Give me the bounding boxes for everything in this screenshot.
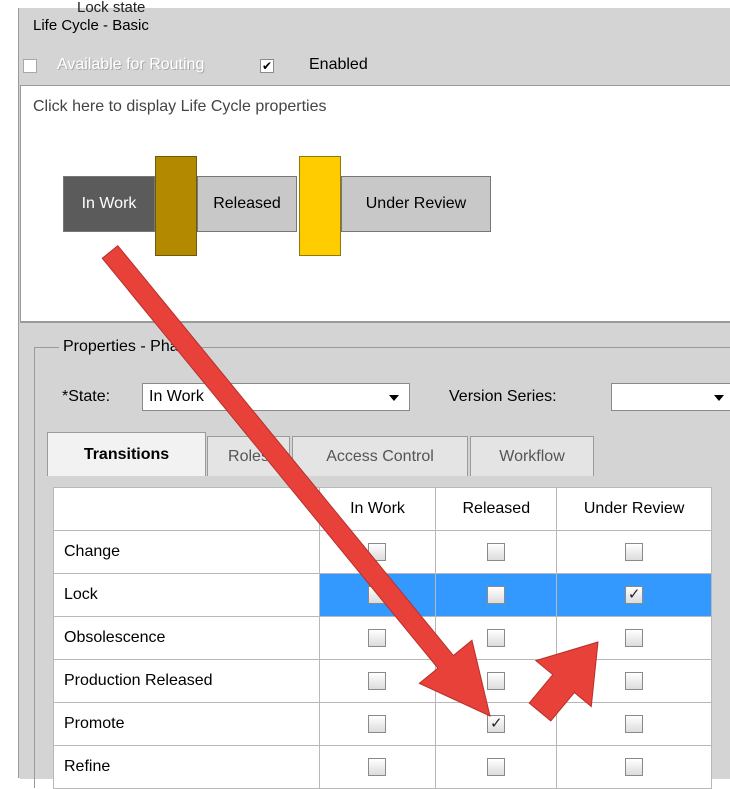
annotation-arrow-icon (528, 641, 599, 722)
annotation-arrows (101, 244, 599, 722)
annotation-arrow-icon (101, 244, 491, 717)
annotation-arrows-group (101, 244, 599, 722)
